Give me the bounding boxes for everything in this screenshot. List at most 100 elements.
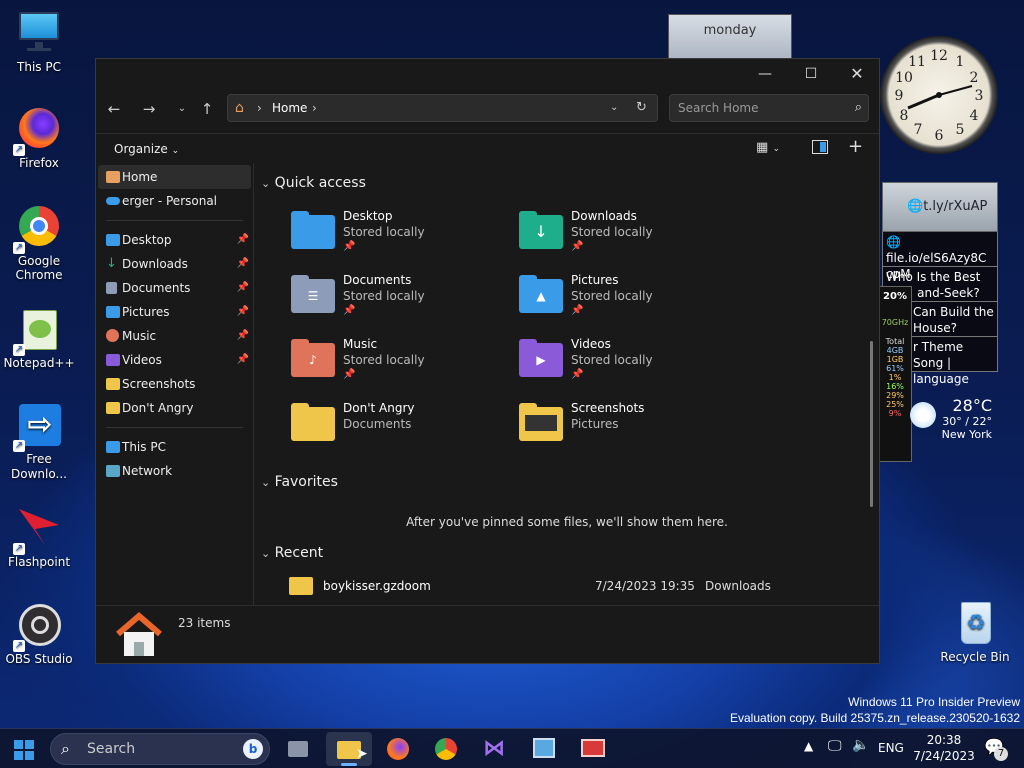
view-layout-button[interactable]: ▦ ⌄ [756,140,780,155]
desktop-icon-obs[interactable]: ↗ OBS Studio [1,602,77,666]
desktop-icon-notepadpp[interactable]: ↗ Notepad++ [1,306,77,370]
arrow-right-icon: → [142,100,156,118]
close-button[interactable]: ✕ [834,59,880,89]
notifications-button[interactable]: 💬 7 [984,737,1008,761]
taskbar-file-explorer[interactable]: ➤ [326,732,372,766]
favorites-header[interactable]: ⌄ Favorites [261,474,338,490]
quick-access-tile[interactable]: Don't Angry Documents [291,401,511,461]
sidebar-item-this-pc[interactable]: This PC [98,435,251,459]
weather-widget[interactable]: 28°C 30° / 22° New York [904,396,1000,454]
quick-access-tile[interactable]: Desktop Stored locally 📌 [291,209,511,269]
display-icon[interactable]: 🖵 [828,738,842,754]
downloads-folder-icon: ↓ [519,211,563,249]
content-pane: ⌄ Quick access Desktop Stored locally 📌 … [255,163,879,605]
search-input[interactable]: Search Home ⌕ [669,94,869,122]
show-hidden-icons-button[interactable]: ▲ [804,739,813,753]
clock-face-icon: 12 12 3 4567 8 9 1011 [895,48,984,144]
sidebar-item-pictures[interactable]: Pictures 📌 [98,300,251,324]
quick-access-tile[interactable]: ♪ Music Stored locally 📌 [291,337,511,397]
pin-icon: 📌 [571,369,584,380]
quick-access-tile[interactable]: ↓ Downloads Stored locally 📌 [519,209,739,269]
scrollbar[interactable] [870,341,873,507]
details-pane-button[interactable] [812,140,828,154]
taskbar-chrome[interactable] [426,732,466,766]
desktop-icon-fdm[interactable]: ⇨ ↗ Free Downlo... [1,402,77,482]
sidebar-item-documents[interactable]: Documents 📌 [98,276,251,300]
new-item-button[interactable]: + [848,136,863,157]
quick-access-tile[interactable]: ▶ Videos Stored locally 📌 [519,337,739,397]
organize-button[interactable]: Organize ⌄ [114,142,179,156]
title-bar[interactable]: — ☐ ✕ [96,59,879,89]
desktop-icon-chrome[interactable]: ↗ Google Chrome [1,204,77,282]
link-item[interactable]: 🌐file.io/elS6Azy8C cpM [882,232,998,281]
search-icon: ⌕ [61,739,70,758]
tile-name: Desktop [343,209,393,223]
cpu-frequency: 70GHz [881,318,909,327]
task-view-button[interactable] [278,732,318,766]
shortcut-arrow-icon: ↗ [13,344,25,356]
maximize-button[interactable]: ☐ [788,59,834,89]
svg-text:12: 12 [930,48,948,64]
desktop-icon-this-pc[interactable]: This PC [1,10,77,74]
link-item[interactable]: 🌐t.ly/rXuAP [882,182,998,232]
app-window-icon [581,739,605,757]
sidebar-item-dont-angry[interactable]: Don't Angry [98,396,251,420]
recent-locations-button[interactable]: ⌄ [168,93,196,125]
sidebar-item-label: Network [122,464,173,478]
screenshots-folder-icon [519,403,563,441]
minimize-button[interactable]: — [742,59,788,89]
back-button[interactable]: ← [100,93,128,125]
control-panel-icon [533,738,555,758]
taskbar-firefox[interactable] [378,732,418,766]
folder-icon [106,402,120,414]
sidebar-item-home[interactable]: Home [98,165,251,189]
sidebar-item-videos[interactable]: Videos 📌 [98,348,251,372]
weather-city: New York [941,428,992,441]
clock[interactable]: 20:38 7/24/2023 [908,732,980,764]
divider [106,427,243,428]
quick-access-tile[interactable]: Screenshots Pictures [519,401,739,461]
calendar-widget[interactable]: monday [668,14,792,64]
sidebar-item-screenshots[interactable]: Screenshots [98,372,251,396]
tile-name: Downloads [571,209,637,223]
volume-icon[interactable]: 🔈 [852,737,869,753]
sidebar-item-downloads[interactable]: ↓ Downloads 📌 [98,252,251,276]
taskbar-visual-studio[interactable]: ⋈ [474,732,514,766]
taskbar-app[interactable] [572,732,612,766]
sidebar-item-onedrive[interactable]: erger - Personal [98,189,251,213]
flashpoint-icon: ↗ [13,505,63,555]
folder-icon [291,403,335,441]
desktop-icon-firefox[interactable]: ↗ Firefox [1,106,77,170]
breadcrumb[interactable]: Home [272,95,307,121]
up-button[interactable]: ↑ [193,93,221,125]
quick-access-header[interactable]: ⌄ Quick access [261,175,366,191]
tile-subtitle: Stored locally [571,225,653,239]
forward-button[interactable]: → [135,93,163,125]
svg-text:9: 9 [895,88,904,104]
grid-view-icon: ▦ [756,140,769,155]
desktop-icon-recycle-bin[interactable]: ♻ Recycle Bin [936,600,1014,664]
calendar-day: monday [703,23,757,38]
this-pc-icon [106,441,120,453]
language-indicator[interactable]: ENG [878,741,904,755]
address-bar[interactable]: ⌂ › Home › ⌄ ↻ [227,94,658,122]
start-button[interactable] [4,732,44,766]
chevron-down-icon: ⌄ [261,476,271,489]
desktop-icon-flashpoint[interactable]: ↗ Flashpoint [1,505,77,569]
sidebar-item-label: Downloads [122,257,188,271]
desktop-folder-icon [291,211,335,249]
quick-access-tile[interactable]: ☰ Documents Stored locally 📌 [291,273,511,333]
recent-header[interactable]: ⌄ Recent [261,545,323,561]
sidebar-item-desktop[interactable]: Desktop 📌 [98,228,251,252]
sidebar-item-label: Pictures [122,305,170,319]
address-dropdown-icon[interactable]: ⌄ [610,95,618,121]
taskbar-control-panel[interactable] [524,732,564,766]
sidebar-item-network[interactable]: Network [98,459,251,483]
refresh-icon[interactable]: ↻ [636,95,647,121]
sidebar-item-music[interactable]: Music 📌 [98,324,251,348]
quick-access-tile[interactable]: ▲ Pictures Stored locally 📌 [519,273,739,333]
monitor-icon [15,10,63,58]
table-row[interactable]: boykisser.gzdoom 7/24/2023 19:35 Downloa… [289,577,879,599]
taskbar-search[interactable]: ⌕ Search b [50,733,270,765]
shortcut-arrow-icon: ↗ [13,640,25,652]
